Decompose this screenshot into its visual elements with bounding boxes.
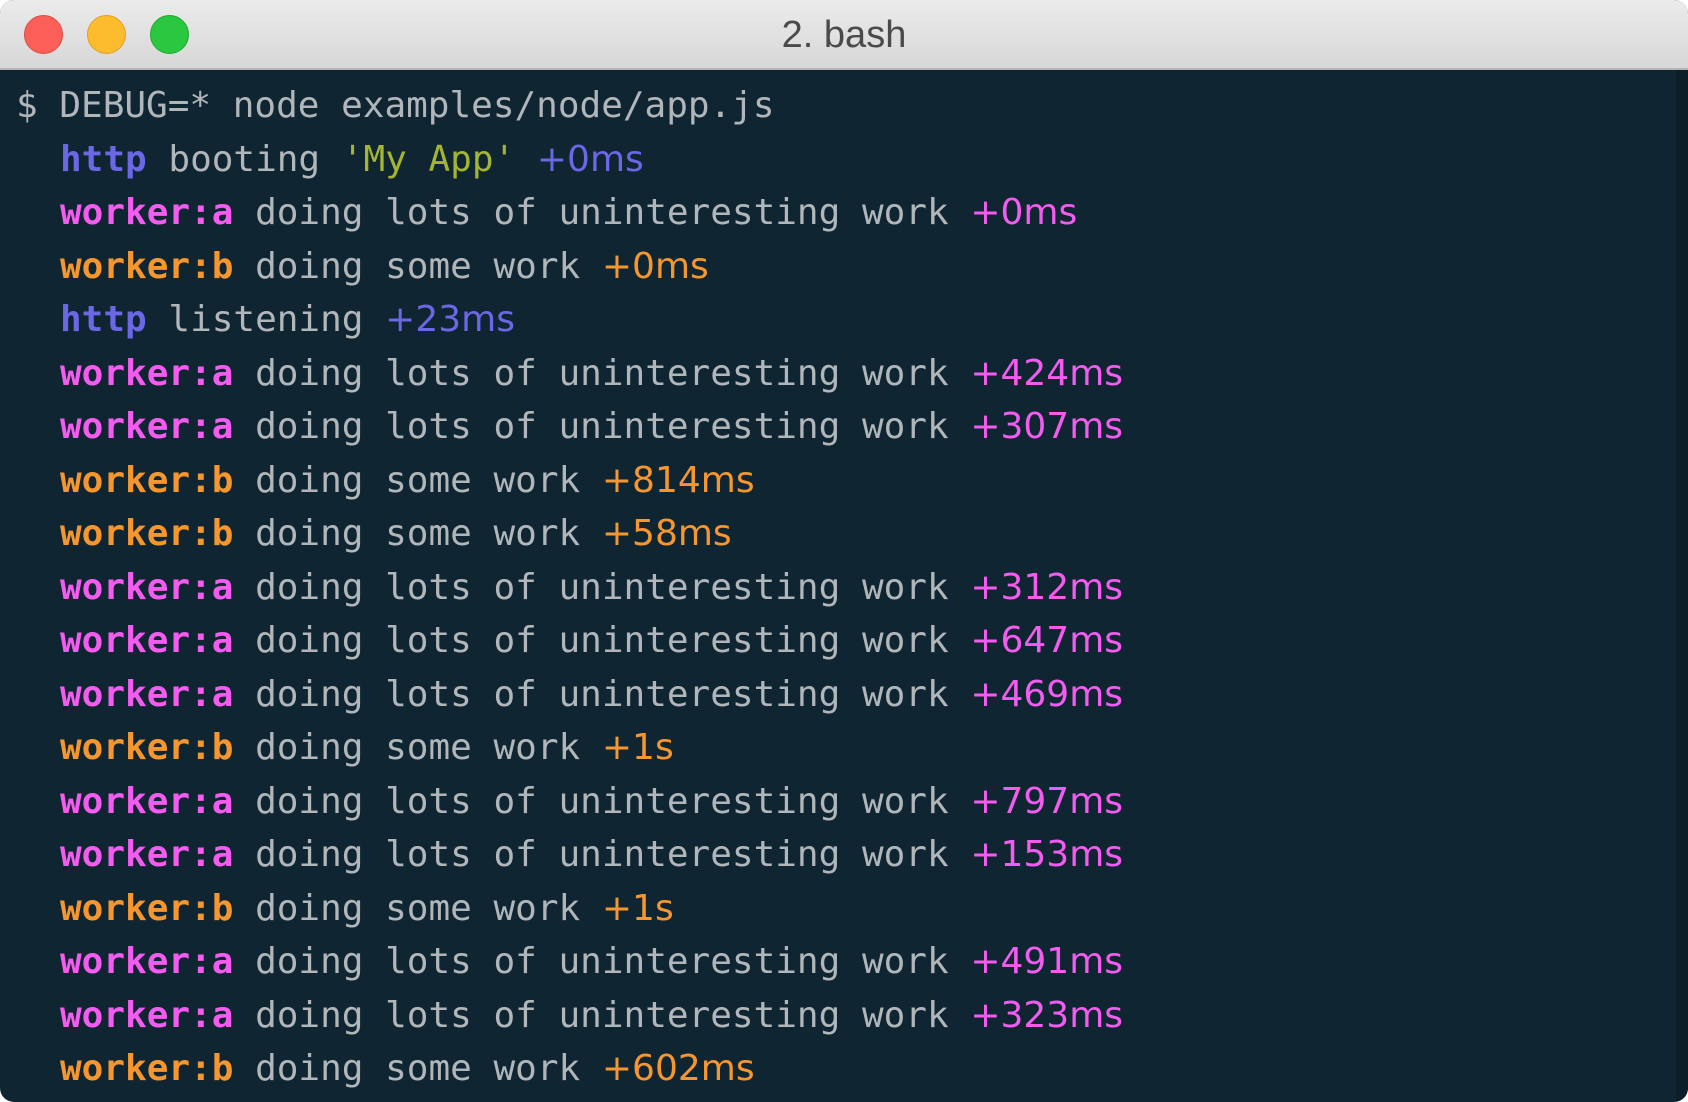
- log-timestamp: +0ms: [536, 138, 644, 180]
- log-message: listening: [168, 299, 364, 340]
- log-timestamp: +153ms: [970, 834, 1124, 875]
- log-line: worker:a doing lots of uninteresting wor…: [16, 828, 1658, 882]
- log-line: worker:a doing lots of uninteresting wor…: [16, 935, 1658, 989]
- log-namespace: worker:b: [60, 245, 234, 287]
- log-timestamp: +1s: [601, 887, 674, 929]
- log-namespace: http: [60, 138, 147, 180]
- log-output: http booting 'My App' +0ms worker:a doing…: [16, 133, 1658, 1096]
- command-line: $ DEBUG=* node examples/node/app.js: [16, 85, 775, 126]
- log-message: doing lots of uninteresting work: [255, 352, 949, 394]
- log-timestamp: +814ms: [601, 459, 755, 501]
- log-namespace: worker:a: [60, 352, 234, 394]
- log-message: doing some work: [255, 513, 581, 554]
- title-bar[interactable]: 2. bash: [0, 0, 1688, 70]
- log-timestamp: +491ms: [970, 941, 1124, 982]
- log-message: doing lots of uninteresting work: [255, 834, 949, 875]
- terminal-window: 2. bash $ DEBUG=* node examples/node/app…: [0, 0, 1688, 1102]
- log-line: worker:a doing lots of uninteresting wor…: [16, 989, 1658, 1043]
- log-message: doing some work: [255, 459, 581, 501]
- log-line: worker:a doing lots of uninteresting wor…: [16, 186, 1658, 240]
- log-message: doing lots of uninteresting work: [255, 192, 949, 233]
- scrollbar[interactable]: [1676, 70, 1688, 1102]
- log-message: doing some work: [255, 727, 581, 768]
- log-line: worker:a doing lots of uninteresting wor…: [16, 668, 1658, 722]
- log-timestamp: +312ms: [970, 566, 1124, 608]
- log-timestamp: +602ms: [601, 1048, 755, 1089]
- log-timestamp: +307ms: [970, 406, 1124, 447]
- log-timestamp: +23ms: [385, 299, 515, 340]
- log-message: doing some work: [255, 887, 581, 929]
- log-timestamp: +1s: [601, 727, 674, 768]
- log-message: doing lots of uninteresting work: [255, 406, 949, 447]
- log-namespace: worker:a: [60, 780, 234, 822]
- log-namespace: worker:a: [60, 566, 234, 608]
- log-line: worker:b doing some work +814ms: [16, 454, 1658, 508]
- log-namespace: worker:a: [60, 620, 234, 661]
- log-line: worker:a doing lots of uninteresting wor…: [16, 614, 1658, 668]
- log-namespace: worker:b: [60, 887, 234, 929]
- log-namespace: worker:a: [60, 192, 234, 233]
- log-timestamp: +0ms: [970, 192, 1078, 233]
- log-line: worker:a doing lots of uninteresting wor…: [16, 347, 1658, 401]
- log-line: worker:b doing some work +0ms: [16, 240, 1658, 294]
- log-namespace: http: [60, 299, 147, 340]
- log-namespace: worker:b: [60, 727, 234, 768]
- log-timestamp: +0ms: [601, 245, 709, 287]
- log-namespace: worker:b: [60, 459, 234, 501]
- log-message: doing lots of uninteresting work: [255, 994, 949, 1036]
- log-line: http listening +23ms: [16, 293, 1658, 347]
- log-line: worker:b doing some work +58ms: [16, 507, 1658, 561]
- log-namespace: worker:a: [60, 941, 234, 982]
- log-namespace: worker:b: [60, 513, 234, 554]
- log-string-arg: 'My App': [341, 138, 516, 180]
- log-line: worker:b doing some work +1s: [16, 721, 1658, 775]
- log-message: doing lots of uninteresting work: [255, 941, 949, 982]
- log-line: http booting 'My App' +0ms: [16, 133, 1658, 187]
- log-message: doing some work: [255, 245, 581, 287]
- log-timestamp: +797ms: [970, 780, 1124, 822]
- log-message: doing some work: [255, 1048, 581, 1089]
- terminal-output[interactable]: $ DEBUG=* node examples/node/app.js http…: [16, 79, 1658, 1102]
- log-timestamp: +58ms: [601, 513, 732, 554]
- log-line: worker:b doing some work +1s: [16, 882, 1658, 936]
- window-title: 2. bash: [781, 14, 907, 56]
- log-namespace: worker:a: [60, 673, 234, 715]
- log-message: doing lots of uninteresting work: [255, 780, 949, 822]
- log-line: worker:a doing lots of uninteresting wor…: [16, 400, 1658, 454]
- log-timestamp: +424ms: [970, 352, 1124, 394]
- log-namespace: worker:a: [60, 406, 234, 447]
- log-line: worker:a doing lots of uninteresting wor…: [16, 561, 1658, 615]
- log-message: doing lots of uninteresting work: [255, 620, 949, 661]
- log-line: worker:b doing some work +602ms: [16, 1042, 1658, 1096]
- log-namespace: worker:b: [60, 1048, 234, 1089]
- log-timestamp: +469ms: [970, 673, 1124, 715]
- log-message: doing lots of uninteresting work: [255, 673, 949, 715]
- log-message: doing lots of uninteresting work: [255, 566, 949, 608]
- log-namespace: worker:a: [60, 834, 234, 875]
- log-line: worker:a doing lots of uninteresting wor…: [16, 775, 1658, 829]
- log-timestamp: +647ms: [970, 620, 1124, 661]
- log-namespace: worker:a: [60, 994, 234, 1036]
- log-timestamp: +323ms: [970, 994, 1124, 1036]
- log-message: booting: [168, 138, 321, 180]
